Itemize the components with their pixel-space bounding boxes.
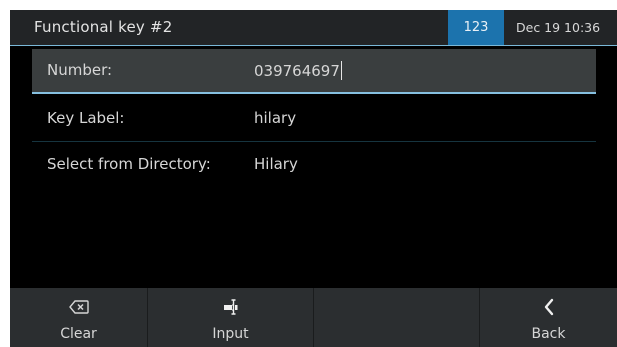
input-softkey[interactable]: Input xyxy=(148,288,314,347)
key-label-field-row[interactable]: Key Label: hilary xyxy=(32,97,596,142)
form-list: Number: 039764697 Key Label: hilary Sele… xyxy=(10,46,617,288)
number-value: 039764697 xyxy=(254,62,340,80)
title-bar: Functional key #2 123 Dec 19 10:36 xyxy=(10,10,617,46)
page-title: Functional key #2 xyxy=(34,18,173,36)
clear-label: Clear xyxy=(60,326,97,342)
number-input[interactable]: 039764697 xyxy=(254,61,342,80)
date-time: Dec 19 10:36 xyxy=(516,20,601,35)
input-mode-icon xyxy=(148,297,313,317)
back-softkey[interactable]: Back xyxy=(480,288,617,347)
key-label-value[interactable]: hilary xyxy=(254,109,296,127)
back-label: Back xyxy=(531,326,566,342)
directory-field-row[interactable]: Select from Directory: Hilary xyxy=(32,143,596,188)
empty-softkey[interactable] xyxy=(314,288,480,347)
number-field-row[interactable]: Number: 039764697 xyxy=(32,49,596,94)
key-label-label: Key Label: xyxy=(47,109,125,127)
directory-label: Select from Directory: xyxy=(47,155,211,173)
directory-value[interactable]: Hilary xyxy=(254,155,298,173)
text-cursor xyxy=(340,61,342,80)
phone-screen: Functional key #2 123 Dec 19 10:36 Numbe… xyxy=(10,10,617,347)
chevron-left-icon xyxy=(480,297,617,317)
input-mode-badge: 123 xyxy=(448,10,504,45)
input-label: Input xyxy=(212,326,249,342)
number-label: Number: xyxy=(47,61,113,79)
clear-softkey[interactable]: Clear xyxy=(10,288,148,347)
softkey-bar: Clear Input Back xyxy=(10,288,617,347)
backspace-icon xyxy=(10,297,147,317)
